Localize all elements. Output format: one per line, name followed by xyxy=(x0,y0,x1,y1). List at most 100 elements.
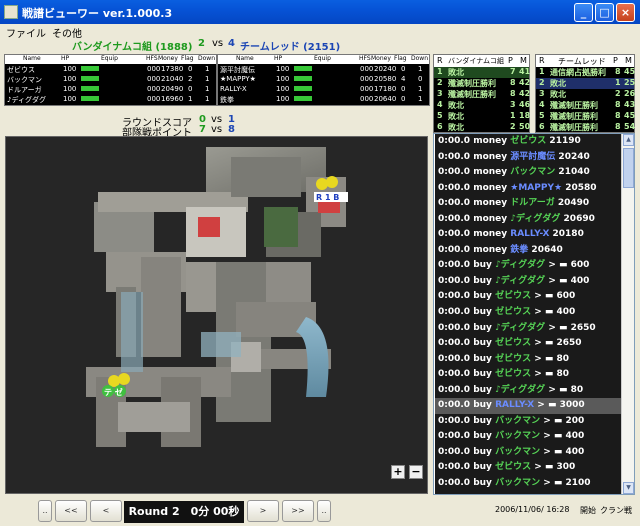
log-row[interactable]: 0:00.0 money RALLY-X 20180 xyxy=(435,227,621,243)
result-row: 2 殲滅制圧勝利 8 42 xyxy=(434,78,530,89)
result-row: 4 殲滅制圧勝利 8 43 xyxy=(536,100,635,111)
event-log[interactable]: 0:00.0 money ゼビウス 21190 0:00.0 money 源平討魔… xyxy=(433,133,635,495)
log-row[interactable]: 0:00.0 buy ♪ディグダグ > ▬ 600 xyxy=(435,258,621,274)
player-money: 20490 xyxy=(161,85,184,93)
map-view[interactable]: R 1 B テ ゼ + − xyxy=(5,136,428,494)
log-time-action: 0:00.0 buy xyxy=(438,478,496,489)
log-row[interactable]: 0:00.0 buy ゼビウス > ▬ 300 xyxy=(435,460,621,476)
nav-first-button[interactable]: .. xyxy=(38,500,52,522)
log-list[interactable]: 0:00.0 money ゼビウス 21190 0:00.0 money 源平討魔… xyxy=(435,134,621,494)
player-name: ★MAPPY★ xyxy=(220,75,256,83)
close-button[interactable]: × xyxy=(616,3,635,22)
result-m: 26 xyxy=(624,89,636,98)
col-name: Name xyxy=(236,55,254,62)
team1-player-table: Name HP Equip HFS Money Flag Down ゼビウス 10… xyxy=(4,54,217,106)
player-row[interactable]: ★MAPPY★ 100 000 20580 4 0 xyxy=(218,74,429,84)
nav-prev-button[interactable]: < xyxy=(90,500,122,522)
result-round: 3 xyxy=(437,89,443,98)
log-row[interactable]: 0:00.0 buy ゼビウス > ▬ 2650 xyxy=(435,336,621,352)
log-time-action: 0:00.0 money xyxy=(438,244,511,255)
log-row[interactable]: 0:00.0 buy ♪ディグダグ > ▬ 80 xyxy=(435,383,621,399)
log-value: > ▬ 2650 xyxy=(531,338,582,349)
log-row[interactable]: 0:00.0 buy バックマン > ▬ 2100 xyxy=(435,476,621,492)
result-row: 3 殲滅制圧勝利 8 42 xyxy=(434,89,530,100)
log-row[interactable]: 0:00.0 money ドルアーガ 20490 xyxy=(435,196,621,212)
result-m: 41 xyxy=(519,67,531,76)
result-round: 2 xyxy=(539,78,545,87)
log-player-name: RALLY-X xyxy=(495,400,535,411)
log-row[interactable]: 0:00.0 buy RALLY-X > ▬ 3000 xyxy=(435,398,621,414)
log-row[interactable]: 0:00.0 buy ゼビウス > ▬ 80 xyxy=(435,367,621,383)
player-down: 0 xyxy=(418,75,423,83)
col-m: M xyxy=(520,56,527,65)
log-row[interactable]: 0:00.0 money バックマン 21040 xyxy=(435,165,621,181)
rifle-icon xyxy=(294,96,312,101)
app-icon xyxy=(4,5,18,19)
result-text: 敗北 xyxy=(448,112,464,121)
player-flag: 0 xyxy=(188,65,193,73)
result-p: 8 xyxy=(615,100,621,109)
player-money: 20240 xyxy=(374,65,397,73)
col-m: M xyxy=(625,56,632,65)
player-row[interactable]: ♪ディグダグ 100 000 16960 1 1 xyxy=(5,94,216,104)
rifle-icon xyxy=(294,76,312,81)
player-hfs: 000 xyxy=(360,85,374,93)
player-row[interactable]: バックマン 100 000 21040 2 1 xyxy=(5,74,216,84)
log-row[interactable]: 0:00.0 money ★MAPPY★ 20580 xyxy=(435,181,621,197)
log-time-action: 0:00.0 money xyxy=(438,198,511,209)
nav-prev-round-button[interactable]: << xyxy=(55,500,87,522)
nav-next-round-button[interactable]: >> xyxy=(282,500,314,522)
log-row[interactable]: 0:00.0 money 源平討魔伝 20240 xyxy=(435,150,621,166)
log-row[interactable]: 0:00.0 buy バックマン > ▬ 400 xyxy=(435,445,621,461)
player-row[interactable]: ゼビウス 100 000 17380 0 1 xyxy=(5,64,216,74)
minimize-button[interactable]: _ xyxy=(574,3,593,22)
rifle-icon xyxy=(81,96,99,101)
maximize-button[interactable]: □ xyxy=(595,3,614,22)
log-row[interactable]: 0:00.0 buy ゼビウス > ▬ 600 xyxy=(435,289,621,305)
player-row[interactable]: 鉄拳 100 000 20640 0 1 xyxy=(218,94,429,104)
player-money: 20640 xyxy=(374,95,397,103)
col-hfs: HFS xyxy=(359,55,371,62)
scroll-up-arrow[interactable]: ▲ xyxy=(623,134,634,146)
player-down: 1 xyxy=(418,95,423,103)
log-player-name: バックマン xyxy=(495,478,541,489)
log-row[interactable]: 0:00.0 buy ゼビウス > ▬ 400 xyxy=(435,305,621,321)
log-row[interactable]: 0:00.0 buy ♪ディグダグ > ▬ 400 xyxy=(435,274,621,290)
log-row[interactable]: 0:00.0 money 鉄拳 20640 xyxy=(435,243,621,259)
log-row[interactable]: 0:00.0 buy ♪ディグダグ > ▬ 2650 xyxy=(435,321,621,337)
log-row[interactable]: 0:00.0 buy バックマン > ▬ 400 xyxy=(435,429,621,445)
result-row: 1 敗北 7 41 xyxy=(434,67,531,78)
result-m: 18 xyxy=(519,111,531,120)
result-p: 8 xyxy=(615,67,621,76)
team2-score: 4 xyxy=(228,38,235,49)
nav-next-button[interactable]: > xyxy=(247,500,279,522)
log-player-name: ゼビウス xyxy=(495,462,532,473)
map-floor xyxy=(86,147,346,447)
result-p: 1 xyxy=(510,111,516,120)
player-row[interactable]: 源平討魔伝 100 000 20240 0 1 xyxy=(218,64,429,74)
log-player-name: ♪ディグダグ xyxy=(495,322,546,333)
log-player-name: ゼビウス xyxy=(495,338,532,349)
scroll-down-arrow[interactable]: ▼ xyxy=(623,482,634,494)
zoom-out-button[interactable]: − xyxy=(409,465,423,479)
log-row[interactable]: 0:00.0 buy バックマン > ▬ 200 xyxy=(435,414,621,430)
log-row[interactable]: 0:00.0 buy ゼビウス > ▬ 80 xyxy=(435,352,621,368)
log-value: 21040 xyxy=(555,167,590,178)
log-time-action: 0:00.0 buy xyxy=(438,353,496,364)
log-time-action: 0:00.0 buy xyxy=(438,338,496,349)
log-player-name: バックマン xyxy=(495,431,541,442)
player-hp: 100 xyxy=(276,95,290,103)
result-m: 46 xyxy=(519,100,531,109)
zoom-in-button[interactable]: + xyxy=(391,465,405,479)
log-scrollbar[interactable]: ▲ ▼ xyxy=(621,134,634,494)
nav-last-button[interactable]: .. xyxy=(317,500,331,522)
scroll-thumb[interactable] xyxy=(623,148,634,188)
map-canvas[interactable]: R 1 B テ ゼ xyxy=(6,137,428,494)
log-row[interactable]: 0:00.0 money ゼビウス 21190 xyxy=(435,134,621,150)
result-row: 1 通信網占拠勝利 8 45 xyxy=(536,67,635,78)
player-row[interactable]: RALLY-X 100 000 17180 0 1 xyxy=(218,84,429,94)
log-row[interactable]: 0:00.0 money ♪ディグダグ 20690 xyxy=(435,212,621,228)
player-row[interactable]: ドルアーガ 100 000 20490 0 1 xyxy=(5,84,216,94)
player-hp: 100 xyxy=(276,65,290,73)
team2-player-table: Name HP Equip HFS Money Flag Down 源平討魔伝 1… xyxy=(217,54,430,106)
